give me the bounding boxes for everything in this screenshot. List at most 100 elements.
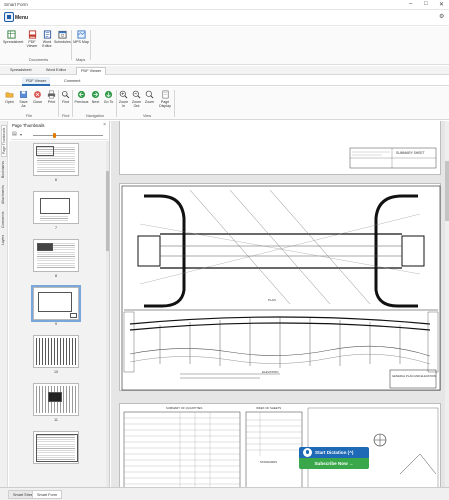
schedules-button[interactable]: Schedules [54,30,71,44]
settings-gear-icon[interactable]: ⚙ [439,13,444,20]
save-as-label: Save As [19,100,28,108]
thumbnail-page[interactable] [33,239,79,272]
zoom-label: Zoom [144,100,155,104]
zoom-in-icon [119,90,128,99]
chevron-down-icon[interactable]: ▾ [20,132,22,137]
thumbnails-header: Page Thumbnails [12,123,45,128]
slider-handle[interactable] [53,133,56,138]
save-icon [20,91,27,98]
page-display-label: Page Display [159,100,171,108]
start-dictation-label: Start Dictation (^) [315,450,354,455]
goto-button[interactable]: Go To [102,90,115,104]
tab-attachments[interactable]: Attachments [1,183,7,207]
goto-label: Go To [103,100,114,104]
map-button[interactable]: MPS Map [73,30,89,44]
zoom-in-button[interactable]: Zoom In [117,90,130,108]
tab-pdf-viewer[interactable]: PDF Viewer [76,67,107,75]
word-editor-icon [43,30,51,39]
documents-group-label: Documents [29,58,49,62]
thumbnail-page[interactable] [33,191,79,224]
close-label: Close [32,100,43,104]
page-display-icon [162,90,168,99]
zoom-out-label: Zoom Out [131,100,142,108]
thumbnail-page-number: 10 [54,370,58,374]
page-drawing [349,147,437,169]
tab-layers[interactable]: Layers [1,233,7,247]
map-icon [76,30,86,39]
next-label: Next [91,100,100,104]
dictation-widget: Start Dictation (^) Subscribe Now → [299,447,369,469]
maximize-button[interactable]: □ [424,1,428,7]
divider [71,30,72,60]
thumbnail-page[interactable] [33,431,79,464]
thumbnail-page[interactable] [33,335,79,368]
print-icon [47,90,56,99]
app-logo-icon[interactable] [4,12,14,22]
bottom-tab-bar: Smart Sheet Smart Form [0,487,449,500]
tab-page-thumbnails[interactable]: Page Thumbnails [1,125,7,157]
maps-group-label: Maps [76,58,86,62]
zoom-out-button[interactable]: Zoom Out [130,90,143,108]
spreadsheet-label: Spreadsheet [3,40,24,44]
subscribe-button[interactable]: Subscribe Now → [299,458,369,469]
find-label: Find [62,100,69,104]
tab-word-editor[interactable]: Word Editor [42,67,70,75]
pdf-page: SUMMARY SHEET [119,121,441,175]
next-icon [91,90,100,99]
thumbnail-page-number: 9 [55,322,57,326]
page-display-button[interactable]: Page Display [158,90,172,108]
thumbnail-page-number: 11 [54,418,58,422]
plan-elevation-drawing [121,185,441,391]
map-label: MPS Map [73,40,89,44]
view-group-label: View [143,114,152,118]
pdf-viewer-area: SUMMARY SHEET PLAN ELEVATION GENERAL PLA… [111,121,449,487]
microphone-icon [303,448,312,457]
close-window-button[interactable]: ✕ [439,1,444,8]
pdf-page: PLAN ELEVATION GENERAL PLAN AND ELEVATIO… [119,183,441,391]
thumbnail-options-icon[interactable]: ▤ [12,131,17,137]
pdf-viewer-icon [28,30,36,39]
next-button[interactable]: Next [89,90,102,104]
thumbnail-page[interactable] [33,383,79,416]
thumbnail-scrollbar[interactable] [106,141,109,487]
pdf-viewer-button[interactable]: PDF Viewer [24,30,40,48]
tab-pdf-viewer-ribbon[interactable]: PDF Viewer [22,77,51,86]
index-title: INDEX OF SHEETS [256,406,282,410]
schedules-icon [57,30,67,39]
spreadsheet-button[interactable]: Spreadsheet [3,30,23,44]
divider [72,90,73,117]
close-file-icon [34,91,41,98]
divider [90,30,91,60]
find-button[interactable]: Find [59,90,72,104]
documents-ribbon: Spreadsheet PDF Viewer Word Editor Sched… [0,27,449,65]
viewer-scrollbar[interactable] [445,121,449,487]
open-folder-icon [5,92,14,98]
start-dictation-button[interactable]: Start Dictation (^) [299,447,369,458]
thumbnail-page[interactable] [33,143,79,176]
tab-comment[interactable]: Comment [60,77,84,86]
tab-bookmarks[interactable]: Bookmarks [1,159,7,181]
previous-button[interactable]: Previous [74,90,89,104]
tab-spreadsheet[interactable]: Spreadsheet [6,67,36,75]
minimize-button[interactable]: – [409,1,412,7]
word-editor-button[interactable]: Word Editor [39,30,55,48]
print-button[interactable]: Print [45,90,58,104]
thumbnail-page-number: 7 [55,226,57,230]
zoom-button[interactable]: Zoom [143,90,156,104]
thumbnail-size-slider[interactable] [33,135,103,136]
open-button[interactable]: Open [3,90,16,104]
pdf-viewer-label: PDF Viewer [26,40,38,48]
thumbnail-page-selected[interactable] [31,285,81,322]
goto-icon [104,90,113,99]
previous-icon [77,90,86,99]
tab-comments[interactable]: Comments [1,209,7,231]
zoom-in-label: Zoom In [118,100,129,108]
close-panel-icon[interactable]: × [103,122,106,128]
print-label: Print [47,100,56,104]
save-as-button[interactable]: Save As [17,90,30,108]
title-bar: Smart Form – □ ✕ [0,0,449,10]
file-group-label: File [26,114,33,118]
close-file-button[interactable]: Close [31,90,44,104]
menu-button[interactable]: Menu [15,15,28,21]
tab-smart-form[interactable]: Smart Form [32,490,63,499]
